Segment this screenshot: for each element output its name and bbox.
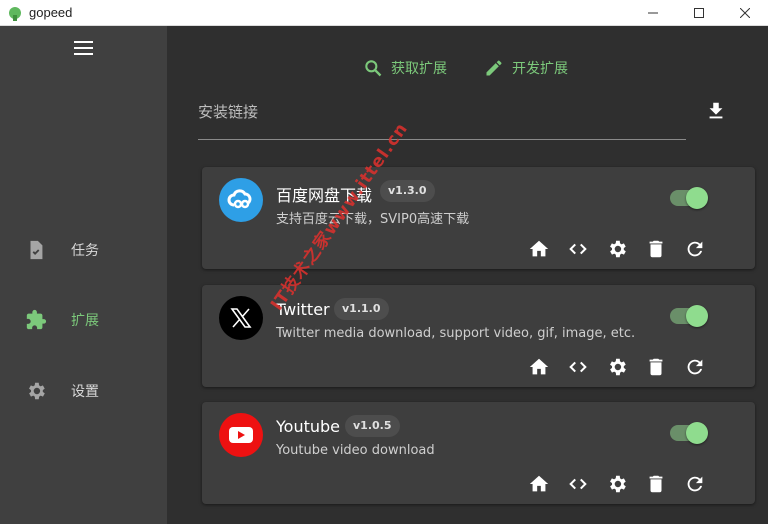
task-file-icon (25, 239, 47, 261)
close-icon (740, 8, 750, 18)
refresh-button[interactable] (683, 355, 707, 379)
extension-version-badge: v1.3.0 (380, 180, 435, 202)
code-icon (569, 478, 587, 490)
extension-version-badge: v1.0.5 (345, 415, 400, 437)
app-window: gopeed 任务 扩展 设置 获取扩展 开发扩展 安装链接 百度网盘下载 v1… (0, 0, 768, 524)
home-icon (529, 358, 549, 375)
settings-icon (610, 475, 626, 493)
code-button[interactable] (566, 472, 590, 496)
download-icon (709, 102, 723, 119)
home-button[interactable] (527, 355, 551, 379)
extension-enable-toggle[interactable] (670, 305, 708, 327)
extension-version-badge: v1.1.0 (334, 298, 389, 320)
refresh-icon (687, 241, 703, 257)
install-link-input[interactable]: 安装链接 (198, 98, 686, 140)
code-icon (569, 243, 587, 255)
title-bar: gopeed (0, 0, 768, 26)
extension-description: Youtube video download (276, 443, 435, 458)
delete-icon (649, 475, 663, 493)
sidebar-item-label: 设置 (71, 384, 99, 400)
x-logo-icon (219, 296, 263, 340)
extension-description: Twitter media download, support video, g… (276, 326, 636, 341)
refresh-button[interactable] (683, 237, 707, 261)
puzzle-icon (25, 309, 47, 331)
sidebar-item-label: 扩展 (71, 313, 99, 329)
maximize-button[interactable] (676, 0, 722, 26)
code-button[interactable] (566, 237, 590, 261)
fetch-extensions-label: 获取扩展 (391, 61, 447, 77)
hamburger-icon (74, 41, 93, 55)
settings-button[interactable] (605, 237, 629, 261)
install-download-button[interactable] (705, 100, 727, 122)
menu-button[interactable] (72, 39, 96, 57)
sidebar-item-settings[interactable]: 设置 (0, 371, 167, 411)
delete-icon (649, 240, 663, 258)
main-content: 获取扩展 开发扩展 安装链接 百度网盘下载 v1.3.0 支持百度云下载，SVI… (167, 26, 768, 524)
window-title: gopeed (29, 5, 73, 20)
minimize-button[interactable] (630, 0, 676, 26)
develop-extensions-button[interactable]: 开发扩展 (484, 58, 568, 78)
refresh-icon (687, 359, 703, 375)
home-button[interactable] (527, 237, 551, 261)
home-icon (529, 240, 549, 257)
extension-name: Youtube (276, 417, 340, 436)
gear-icon (25, 380, 47, 402)
home-icon (529, 475, 549, 492)
toggle-knob (686, 305, 708, 327)
extension-enable-toggle[interactable] (670, 422, 708, 444)
settings-icon (610, 240, 626, 258)
extension-card-youtube: Youtube v1.0.5 Youtube video download (202, 402, 755, 504)
toggle-knob (686, 422, 708, 444)
extension-description: 支持百度云下载，SVIP0高速下载 (276, 212, 470, 227)
gopeed-logo-icon (8, 6, 22, 21)
sidebar-item-extensions[interactable]: 扩展 (0, 300, 167, 340)
delete-button[interactable] (644, 355, 668, 379)
code-button[interactable] (566, 355, 590, 379)
delete-button[interactable] (644, 472, 668, 496)
code-icon (569, 361, 587, 373)
fetch-extensions-button[interactable]: 获取扩展 (363, 58, 447, 78)
settings-button[interactable] (605, 472, 629, 496)
sidebar-item-label: 任务 (71, 243, 99, 259)
develop-extensions-label: 开发扩展 (512, 61, 568, 77)
sidebar: 任务 扩展 设置 (0, 26, 167, 524)
close-button[interactable] (722, 0, 768, 26)
search-icon (365, 60, 382, 77)
sidebar-item-tasks[interactable]: 任务 (0, 230, 167, 270)
maximize-icon (694, 8, 704, 18)
refresh-button[interactable] (683, 472, 707, 496)
delete-button[interactable] (644, 237, 668, 261)
extension-enable-toggle[interactable] (670, 187, 708, 209)
toggle-knob (686, 187, 708, 209)
refresh-icon (687, 476, 703, 492)
settings-button[interactable] (605, 355, 629, 379)
baidu-cloud-icon (219, 178, 263, 222)
settings-icon (610, 358, 626, 376)
pencil-icon (486, 60, 502, 76)
install-link-placeholder: 安装链接 (198, 103, 259, 121)
minimize-icon (648, 12, 658, 14)
delete-icon (649, 358, 663, 376)
youtube-icon (219, 413, 263, 457)
home-button[interactable] (527, 472, 551, 496)
extension-card-baidu: 百度网盘下载 v1.3.0 支持百度云下载，SVIP0高速下载 (202, 167, 755, 269)
